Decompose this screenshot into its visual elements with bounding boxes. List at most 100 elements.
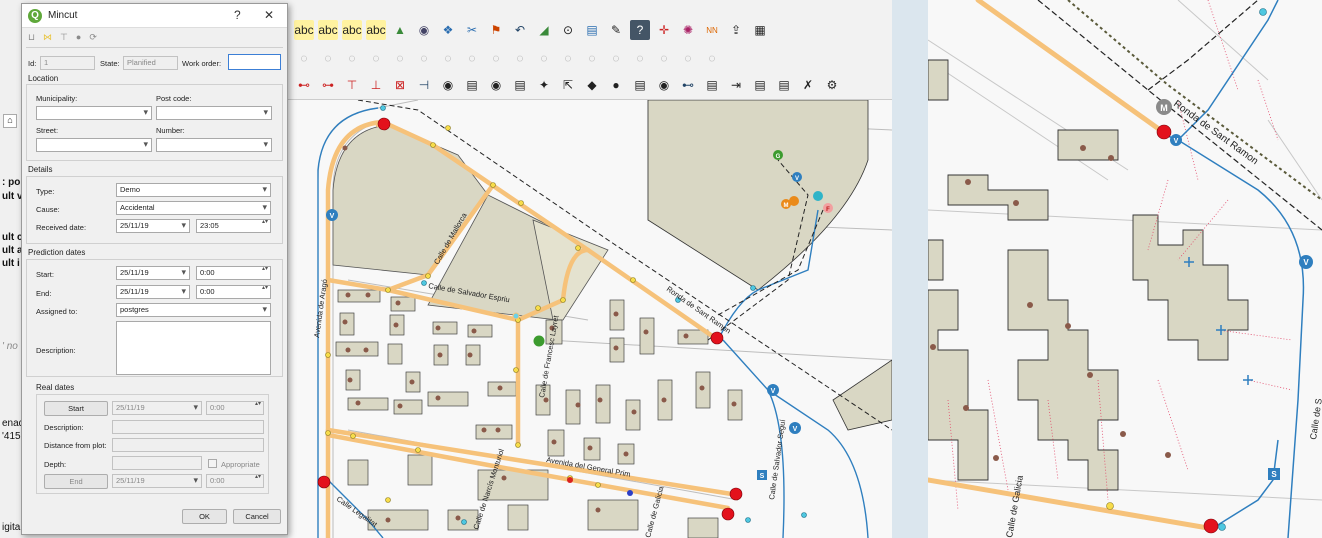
node-tool-icon[interactable]: ◌	[486, 48, 506, 68]
node-tool-icon[interactable]: ◌	[414, 48, 434, 68]
assigned-combo[interactable]: postgres	[116, 303, 271, 317]
node-tool-icon[interactable]: ◌	[366, 48, 386, 68]
label-tool-icon[interactable]: abc	[366, 20, 386, 40]
crosshair-icon[interactable]: ✛	[654, 20, 674, 40]
connect-tool-icon[interactable]: ⊔	[28, 32, 35, 43]
node-icon[interactable]: ◉	[438, 75, 458, 95]
type-label: Type:	[36, 187, 55, 196]
arc-tool-icon[interactable]: ⊶	[318, 75, 338, 95]
table-icon[interactable]: ▤	[462, 75, 482, 95]
chart-icon[interactable]: ◢	[534, 20, 554, 40]
label-tool-icon[interactable]: abc	[342, 20, 362, 40]
real-end-button[interactable]: End	[44, 474, 108, 489]
node-tool-icon[interactable]: ◌	[654, 48, 674, 68]
received-date-label: Received date:	[36, 223, 87, 232]
municipality-combo[interactable]	[36, 106, 152, 120]
cancel-button[interactable]: Cancel	[233, 509, 281, 524]
cause-combo[interactable]: Accidental	[116, 201, 271, 215]
arrow-icon[interactable]: ⇱	[558, 75, 578, 95]
connect-icon[interactable]: ⊷	[678, 75, 698, 95]
street-combo[interactable]	[36, 138, 152, 152]
search-icon[interactable]: ⊙	[558, 20, 578, 40]
description-label: Description:	[36, 346, 76, 355]
real-start-button[interactable]: Start	[44, 401, 108, 416]
end-date-picker[interactable]: 25/11/19	[116, 285, 190, 299]
map-canvas[interactable]: V V V V S G M F Avenida de Aragó Calle d…	[288, 100, 892, 538]
grid-icon[interactable]: ▦	[750, 20, 770, 40]
node-tool-icon[interactable]: ◌	[318, 48, 338, 68]
received-date-picker[interactable]: 25/11/19	[116, 219, 190, 233]
node-tool-icon[interactable]: ◌	[702, 48, 722, 68]
work-order-input[interactable]	[228, 54, 281, 70]
description-textarea[interactable]	[116, 321, 271, 375]
help-button[interactable]: ?	[234, 8, 241, 22]
valve-tool-icon[interactable]: ⋈	[43, 32, 52, 43]
tee-tool-icon[interactable]: ⊤	[60, 32, 68, 43]
type-combo[interactable]: Demo	[116, 183, 271, 197]
gear-icon[interactable]: ⚙	[822, 75, 842, 95]
arc-tool-icon[interactable]: ⊷	[294, 75, 314, 95]
table-icon[interactable]: ▤	[510, 75, 530, 95]
settings-icon[interactable]: ✺	[678, 20, 698, 40]
table-icon[interactable]: ▤	[702, 75, 722, 95]
home-icon[interactable]: ⌂	[3, 114, 17, 128]
table-icon[interactable]: ▤	[750, 75, 770, 95]
svg-text:V: V	[795, 176, 799, 182]
cause-label: Cause:	[36, 205, 60, 214]
delete-icon[interactable]: ⊠	[390, 75, 410, 95]
start-time-picker[interactable]: 0:00	[196, 266, 271, 280]
node-tool-icon[interactable]: ◌	[582, 48, 602, 68]
database-icon[interactable]: ▤	[582, 20, 602, 40]
table-icon[interactable]: ▤	[774, 75, 794, 95]
node-tool-icon[interactable]: ◌	[462, 48, 482, 68]
label-tool-icon[interactable]: abc	[294, 20, 314, 40]
python-icon[interactable]: ❖	[438, 20, 458, 40]
node-tool-icon[interactable]: ◌	[558, 48, 578, 68]
refresh-tool-icon[interactable]: ⟳	[89, 32, 97, 43]
node-tool-icon[interactable]: ◌	[630, 48, 650, 68]
node-tool-icon[interactable]: ◌	[342, 48, 362, 68]
export-icon[interactable]: ⇪	[726, 20, 746, 40]
real-start-date: 25/11/19	[112, 401, 202, 415]
connect-icon[interactable]: ⊣	[414, 75, 434, 95]
nn-icon[interactable]: NN	[702, 20, 722, 40]
table-icon[interactable]: ▤	[630, 75, 650, 95]
close-button[interactable]: ✕	[264, 8, 274, 22]
point-tool-icon[interactable]: ●	[76, 32, 81, 43]
triangle-icon[interactable]: ▲	[390, 20, 410, 40]
drop-icon[interactable]: ●	[606, 75, 626, 95]
valve-icon[interactable]: ◆	[582, 75, 602, 95]
start-date-picker[interactable]: 25/11/19	[116, 266, 190, 280]
globe-icon[interactable]: ◉	[414, 20, 434, 40]
number-label: Number:	[156, 126, 185, 135]
map-detail-svg: M V V S Ronda de Sant Ramon Calle de Gal…	[928, 0, 1322, 538]
undo-icon[interactable]: ↶	[510, 20, 530, 40]
ok-button[interactable]: OK	[182, 509, 227, 524]
number-combo[interactable]	[156, 138, 272, 152]
help-icon[interactable]: ?	[630, 20, 650, 40]
label-tool-icon[interactable]: abc	[318, 20, 338, 40]
node-tool-icon[interactable]: ◌	[390, 48, 410, 68]
postcode-combo[interactable]	[156, 106, 272, 120]
arc-tool-icon[interactable]: ⊤	[342, 75, 362, 95]
end-time-picker[interactable]: 0:00	[196, 285, 271, 299]
mincut-icon[interactable]: ✦	[534, 75, 554, 95]
street-label: Calle de S	[1308, 398, 1322, 441]
node-tool-icon[interactable]: ◌	[294, 48, 314, 68]
node-tool-icon[interactable]: ◌	[438, 48, 458, 68]
node-tool-icon[interactable]: ◌	[534, 48, 554, 68]
arc-tool-icon[interactable]: ⊥	[366, 75, 386, 95]
arrow-icon[interactable]: ⇥	[726, 75, 746, 95]
node-tool-icon[interactable]: ◌	[510, 48, 530, 68]
map-detail-view[interactable]: M V V S Ronda de Sant Ramon Calle de Gal…	[928, 0, 1322, 538]
received-time-picker[interactable]: 23:05	[196, 219, 271, 233]
gml-icon[interactable]: ⚑	[486, 20, 506, 40]
node-tool-icon[interactable]: ◌	[606, 48, 626, 68]
node-icon[interactable]: ◉	[486, 75, 506, 95]
scissors-icon[interactable]: ✂	[462, 20, 482, 40]
appropriate-checkbox[interactable]	[208, 459, 217, 468]
paint-icon[interactable]: ✎	[606, 20, 626, 40]
node-icon[interactable]: ◉	[654, 75, 674, 95]
tools-icon[interactable]: ✗	[798, 75, 818, 95]
node-tool-icon[interactable]: ◌	[678, 48, 698, 68]
